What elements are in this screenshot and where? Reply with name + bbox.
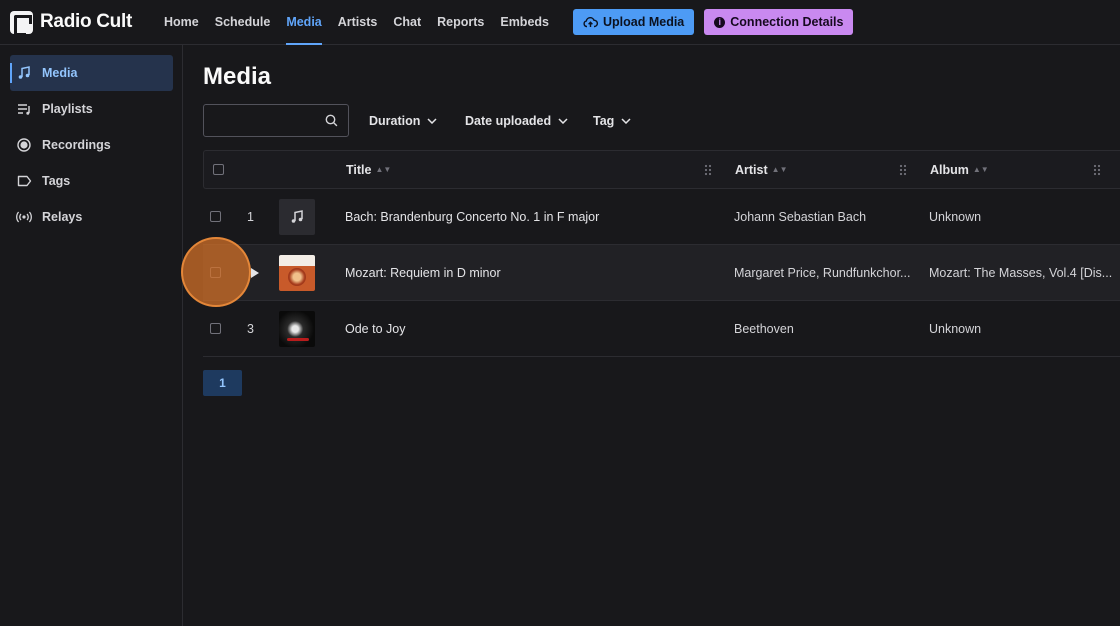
logo[interactable]: Radio Cult — [10, 10, 132, 36]
album-cover-thumbnail — [279, 311, 315, 347]
table-row[interactable]: Mozart: Requiem in D minor Margaret Pric… — [203, 245, 1120, 301]
play-icon[interactable] — [251, 268, 259, 278]
column-album[interactable]: Album ▲▼ — [930, 151, 989, 188]
sort-icon: ▲▼ — [375, 165, 392, 174]
row-index: 1 — [247, 209, 254, 224]
nav-schedule[interactable]: Schedule — [207, 0, 279, 45]
broadcast-icon — [16, 209, 32, 225]
nav-artists[interactable]: Artists — [330, 0, 386, 45]
track-artist: Margaret Price, Rundfunkchor... — [734, 265, 911, 280]
column-resize-grip-icon[interactable] — [1093, 164, 1101, 176]
sidebar-item-recordings[interactable]: Recordings — [10, 127, 173, 163]
music-note-icon — [291, 210, 303, 223]
track-album: Mozart: The Masses, Vol.4 [Dis... — [929, 265, 1113, 280]
search-box — [203, 104, 349, 137]
column-artist[interactable]: Artist ▲▼ — [735, 151, 788, 188]
table-header: Title ▲▼ Artist ▲▼ Album ▲▼ — [203, 150, 1120, 189]
select-all-checkbox[interactable] — [213, 164, 224, 175]
sidebar: Media Playlists Recordings Tags Relays — [0, 45, 183, 626]
connection-details-label: Connection Details — [730, 15, 844, 29]
top-bar: Radio Cult Home Schedule Media Artists C… — [0, 0, 1120, 45]
column-title-label: Title — [346, 162, 372, 177]
chevron-down-icon — [621, 117, 631, 124]
playlist-icon — [16, 101, 32, 117]
nav-media[interactable]: Media — [278, 0, 329, 45]
table-row[interactable]: 1 Bach: Brandenburg Concerto No. 1 in F … — [203, 189, 1120, 245]
chevron-down-icon — [558, 117, 568, 124]
track-title[interactable]: Mozart: Requiem in D minor — [345, 245, 715, 300]
duration-filter-label: Duration — [369, 113, 421, 128]
sidebar-item-label: Tags — [42, 174, 71, 188]
sidebar-item-playlists[interactable]: Playlists — [10, 91, 173, 127]
column-title[interactable]: Title ▲▼ — [346, 151, 391, 188]
album-cover-thumbnail — [279, 255, 315, 291]
track-title[interactable]: Ode to Joy — [345, 301, 715, 356]
track-title[interactable]: Bach: Brandenburg Concerto No. 1 in F ma… — [345, 189, 715, 244]
track-album: Unknown — [929, 209, 982, 224]
track-artist: Beethoven — [734, 321, 794, 336]
column-artist-label: Artist — [735, 162, 768, 177]
track-album: Unknown — [929, 321, 982, 336]
column-album-label: Album — [930, 162, 969, 177]
upload-media-button[interactable]: Upload Media — [573, 9, 695, 35]
duration-filter[interactable]: Duration — [369, 104, 437, 137]
tag-filter-label: Tag — [593, 113, 615, 128]
nav-reports[interactable]: Reports — [429, 0, 492, 45]
row-index: 3 — [247, 321, 254, 336]
column-resize-grip-icon[interactable] — [899, 164, 907, 176]
row-checkbox[interactable] — [210, 267, 221, 278]
info-icon: i — [714, 16, 726, 28]
cloud-upload-icon — [583, 16, 598, 28]
sidebar-item-relays[interactable]: Relays — [10, 199, 173, 235]
pagination-page-1[interactable]: 1 — [203, 370, 242, 396]
row-checkbox[interactable] — [210, 211, 221, 222]
radio-cult-logo-icon — [10, 10, 33, 36]
track-thumbnail — [279, 199, 315, 235]
track-artist: Johann Sebastian Bach — [734, 209, 867, 224]
search-input[interactable] — [204, 105, 322, 136]
sort-icon: ▲▼ — [771, 165, 788, 174]
search-icon[interactable] — [325, 114, 338, 127]
nav-chat[interactable]: Chat — [385, 0, 429, 45]
record-icon — [16, 137, 32, 153]
row-checkbox[interactable] — [210, 323, 221, 334]
tag-icon — [16, 173, 32, 189]
main-nav: Home Schedule Media Artists Chat Reports… — [156, 0, 557, 45]
chevron-down-icon — [427, 117, 437, 124]
connection-details-button[interactable]: i Connection Details — [704, 9, 854, 35]
nav-embeds[interactable]: Embeds — [492, 0, 557, 45]
sidebar-item-media[interactable]: Media — [10, 55, 173, 91]
tag-filter[interactable]: Tag — [593, 104, 631, 137]
date-uploaded-filter[interactable]: Date uploaded — [465, 104, 568, 137]
sidebar-item-label: Recordings — [42, 138, 111, 152]
music-note-icon — [16, 65, 32, 81]
app-name: Radio Cult — [40, 11, 132, 32]
upload-media-label: Upload Media — [603, 15, 685, 29]
sidebar-item-tags[interactable]: Tags — [10, 163, 173, 199]
nav-home[interactable]: Home — [156, 0, 207, 45]
column-resize-grip-icon[interactable] — [704, 164, 712, 176]
sidebar-item-label: Media — [42, 66, 78, 80]
sort-icon: ▲▼ — [972, 165, 989, 174]
sidebar-item-label: Relays — [42, 210, 83, 224]
table-row[interactable]: 3 Ode to Joy Beethoven Unknown — [203, 301, 1120, 357]
page-title: Media — [203, 63, 272, 90]
date-uploaded-filter-label: Date uploaded — [465, 113, 552, 128]
sidebar-item-label: Playlists — [42, 102, 93, 116]
